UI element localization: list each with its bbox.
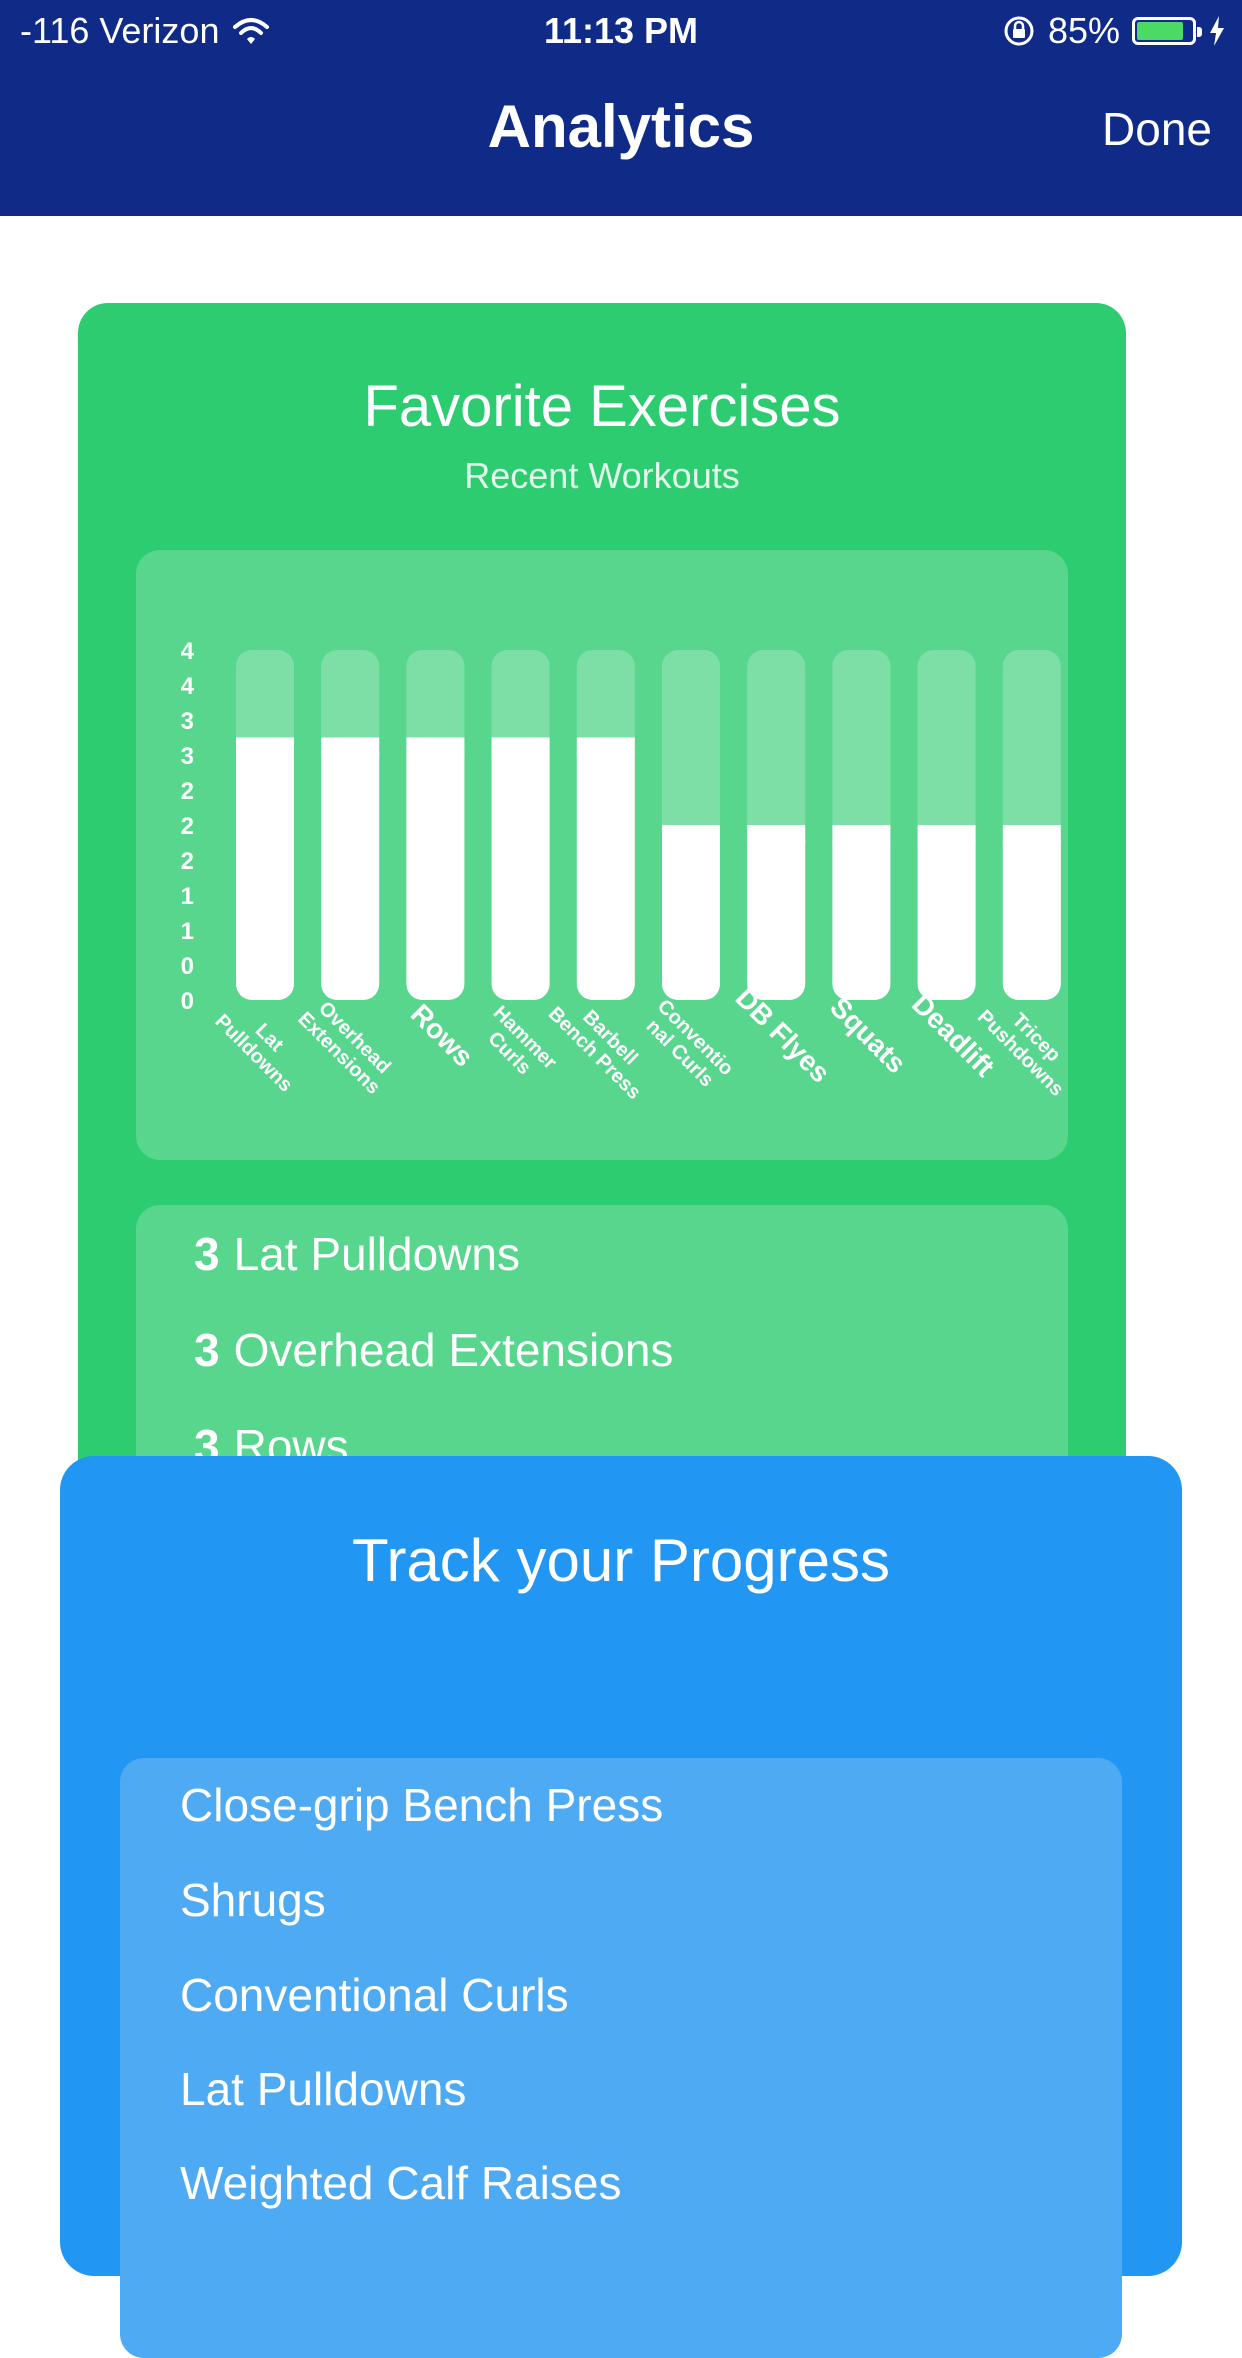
bar: [321, 737, 380, 1000]
track-progress-card: Track your Progress Close-grip Bench Pre…: [60, 1456, 1182, 2358]
exercise-name: Lat Pulldowns: [233, 1228, 520, 1280]
navigation-bar: Analytics Done: [0, 62, 1242, 216]
y-tick-label: 1: [181, 918, 194, 945]
y-tick-label: 0: [181, 988, 194, 1015]
bar-cap: [576, 737, 635, 756]
x-tick-label: Rows: [405, 998, 480, 1073]
y-tick-label: 2: [181, 813, 194, 840]
list-item[interactable]: Lat Pulldowns: [180, 2062, 466, 2116]
progress-exercise-list: Close-grip Bench Press Shrugs Convention…: [120, 1758, 1122, 2358]
bar-cap: [747, 825, 806, 843]
exercise-name: Overhead Extensions: [233, 1324, 674, 1376]
favorites-bar-chart: 4 4 3 3 2 2 2 1 1 0 0 LatPulldowns OverheadExtension…: [181, 638, 1068, 1104]
y-tick-label: 3: [181, 708, 194, 735]
exercise-count: 3: [194, 1228, 220, 1280]
bar-cap: [321, 737, 380, 756]
list-item[interactable]: Shrugs: [180, 1873, 326, 1927]
bar: [491, 737, 550, 1000]
y-tick-label: 0: [181, 953, 194, 980]
bar: [662, 825, 720, 1000]
y-tick-label: 2: [181, 848, 194, 875]
charging-icon: [1210, 16, 1224, 46]
exercise-count: 3: [194, 1324, 220, 1376]
bar-cap: [832, 825, 891, 843]
bar: [576, 737, 635, 1000]
battery-icon: [1132, 17, 1202, 45]
battery-percent: 85%: [1047, 10, 1120, 51]
x-tick-label: LatPulldowns: [211, 995, 313, 1097]
list-item[interactable]: Weighted Calf Raises: [180, 2156, 621, 2210]
bar: [1002, 825, 1061, 1000]
bar-cap: [491, 737, 550, 756]
done-button[interactable]: Done: [1102, 102, 1212, 156]
x-tick-label: Conventional Curls: [637, 995, 737, 1095]
list-item[interactable]: Close-grip Bench Press: [180, 1778, 663, 1832]
bar: [917, 825, 976, 1000]
favorites-subtitle: Recent Workouts: [464, 455, 740, 496]
x-tick-label: OverheadExtensions: [293, 992, 400, 1099]
rotation-lock-icon: [1004, 16, 1034, 46]
list-item[interactable]: 3 Lat Pulldowns: [194, 1227, 520, 1281]
bar-cap: [662, 825, 720, 843]
favorite-exercises-card: Favorite Exercises Recent Workouts 4 4 3 3 2…: [78, 303, 1126, 1605]
favorites-title: Favorite Exercises: [363, 374, 841, 439]
x-tick-label: Deadlift: [906, 988, 1001, 1083]
page-title: Analytics: [487, 93, 755, 160]
bar-cap: [406, 737, 465, 756]
x-tick-label: TricepPushdowns: [973, 990, 1068, 1100]
list-item[interactable]: Conventional Curls: [180, 1968, 569, 2022]
y-tick-label: 4: [181, 638, 195, 665]
bar: [236, 737, 294, 1000]
bar-cap: [1002, 825, 1061, 843]
progress-title: Track your Progress: [352, 1527, 890, 1594]
bar: [832, 825, 891, 1000]
battery-level: [1137, 22, 1183, 40]
bar-cap: [236, 737, 294, 756]
status-bar: -116 Verizon 11:13 PM 85%: [0, 0, 1242, 62]
y-tick-label: 3: [181, 743, 194, 770]
x-tick-label: BarbellBench Press: [544, 987, 661, 1104]
list-item[interactable]: 3 Overhead Extensions: [194, 1323, 673, 1377]
favorites-chart-panel: 4 4 3 3 2 2 2 1 1 0 0 LatPulldowns OverheadExtension…: [136, 550, 1068, 1160]
x-tick-label: Squats: [824, 991, 912, 1079]
bar: [406, 737, 465, 1000]
bar: [747, 825, 806, 1000]
y-tick-label: 4: [181, 673, 195, 700]
y-tick-label: 1: [181, 883, 194, 910]
bar-cap: [917, 825, 976, 843]
y-tick-label: 2: [181, 778, 194, 805]
